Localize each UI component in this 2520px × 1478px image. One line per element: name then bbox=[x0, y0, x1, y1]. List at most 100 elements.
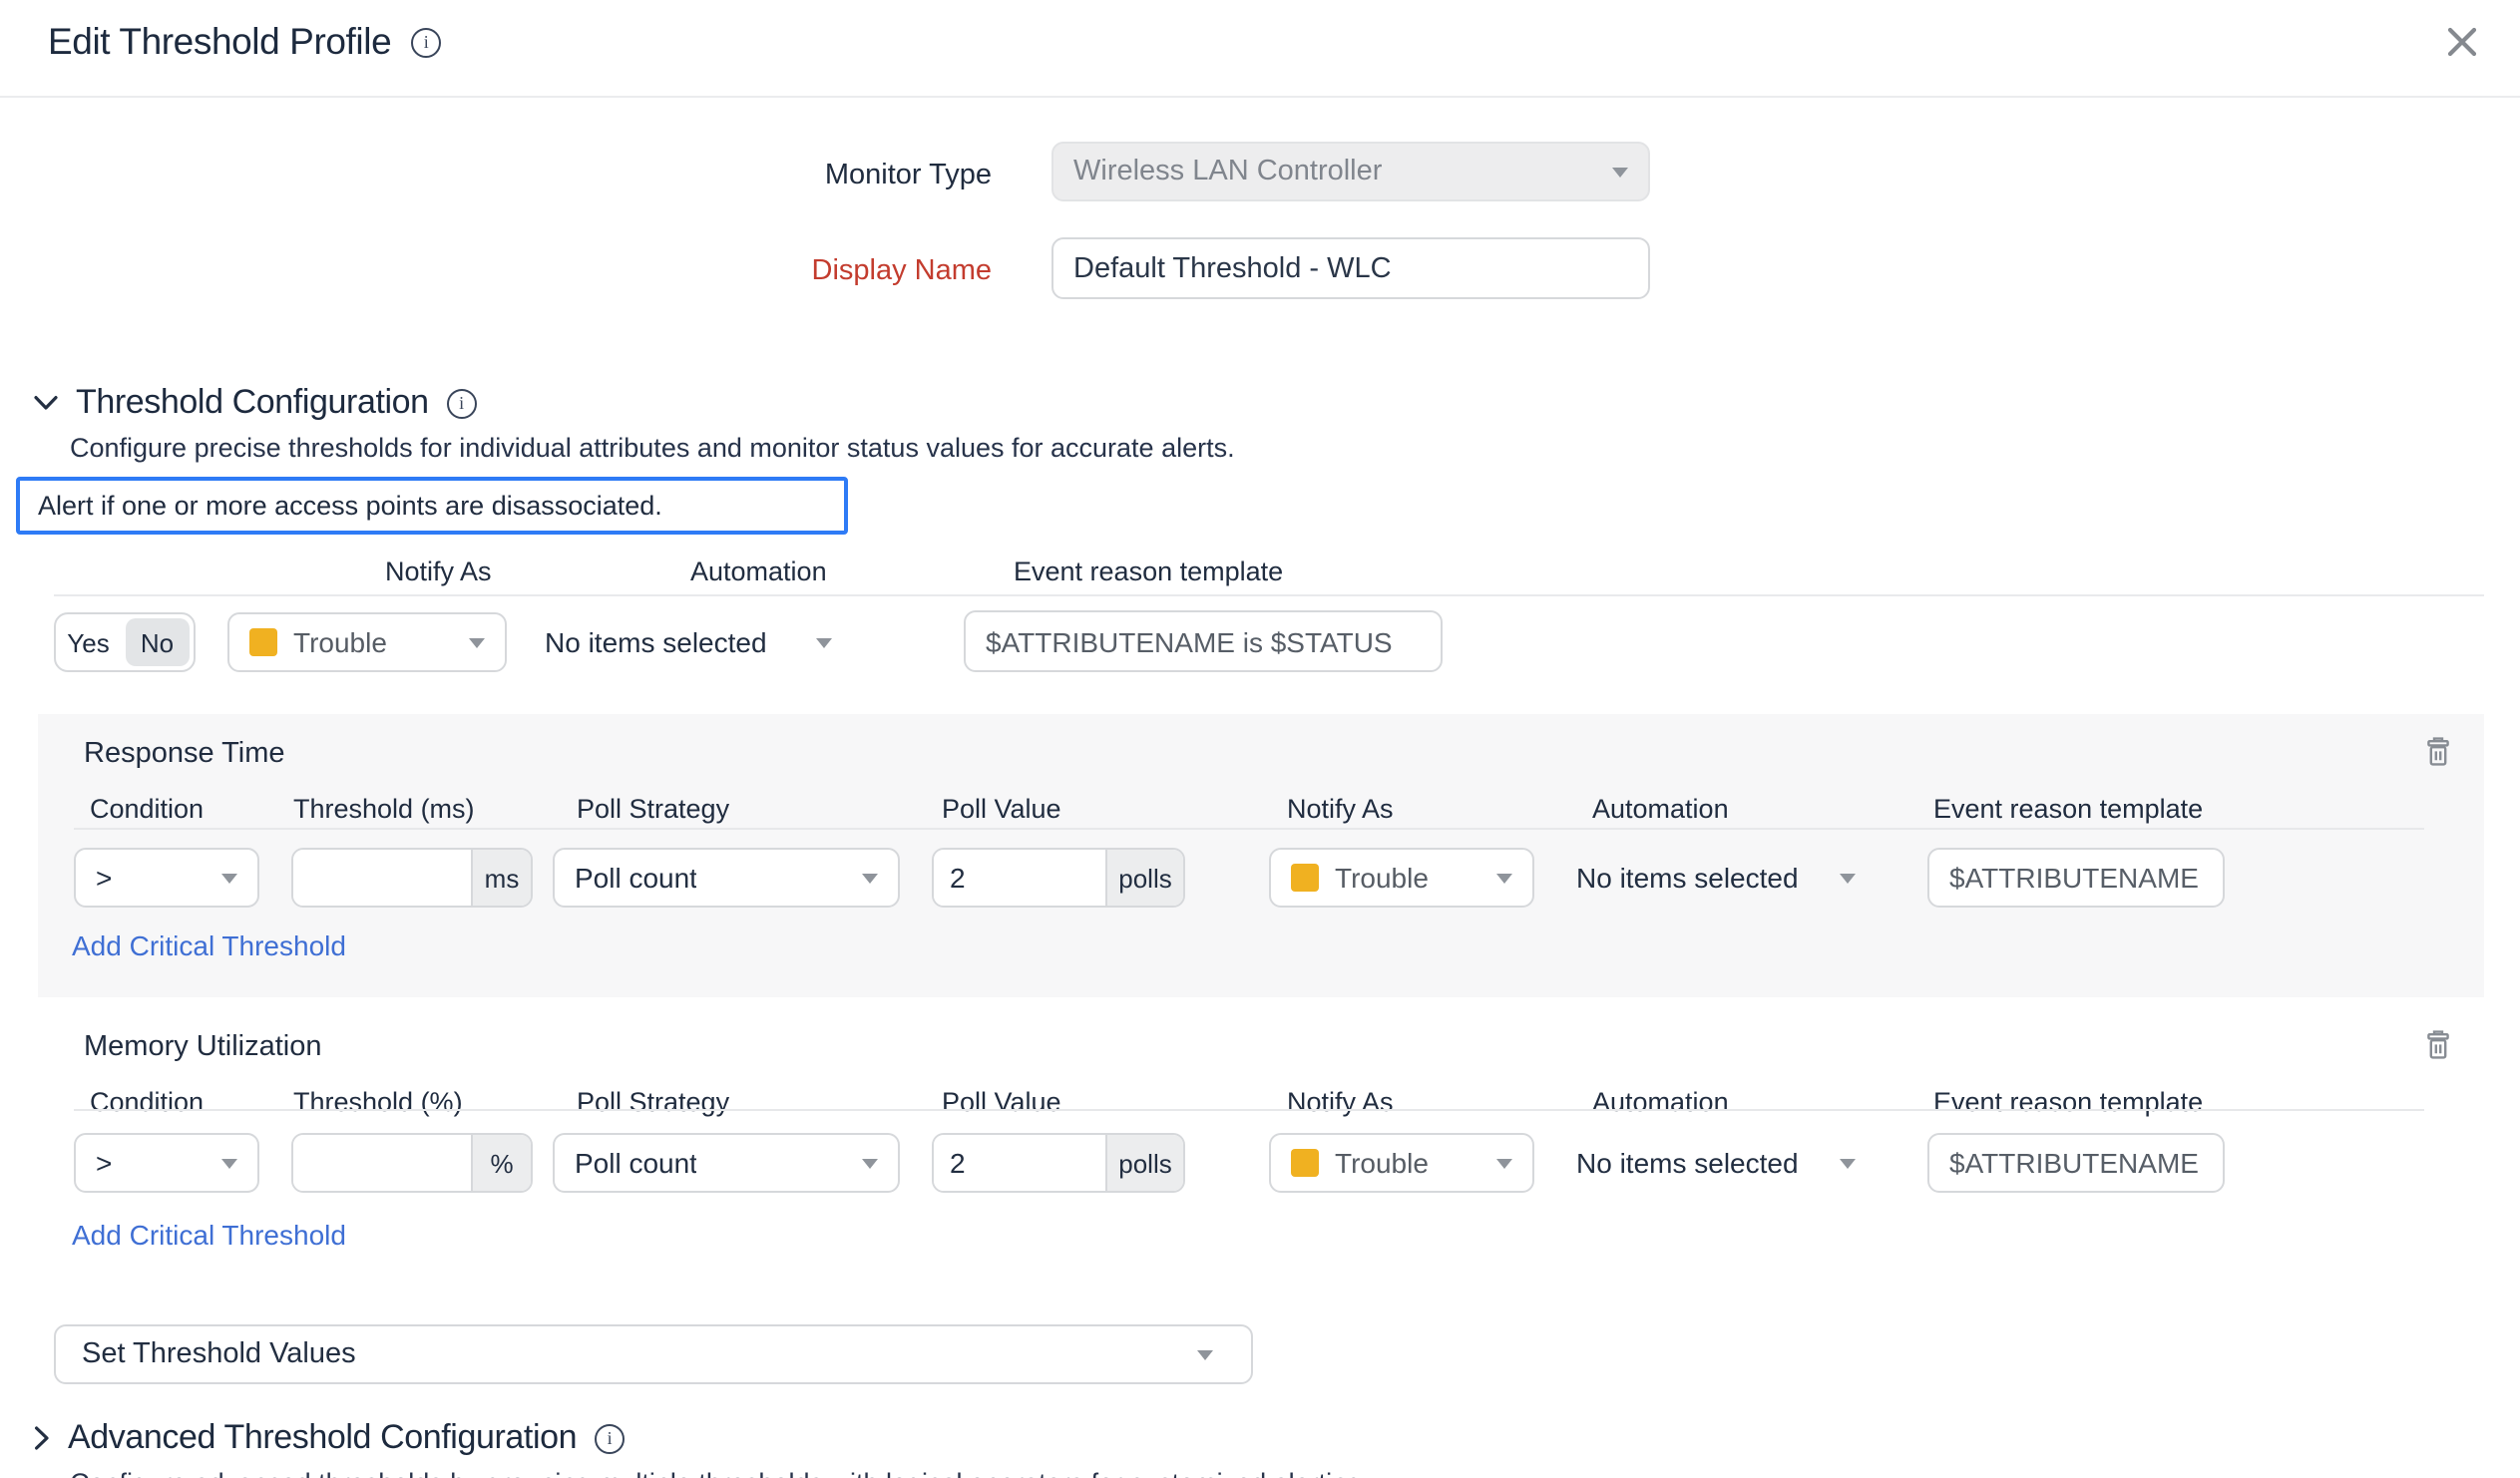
section-info-icon[interactable]: i bbox=[595, 1423, 625, 1453]
status-notify-as-select[interactable]: Trouble bbox=[227, 612, 507, 672]
chevron-down-icon bbox=[221, 1158, 237, 1168]
section-info-icon[interactable]: i bbox=[447, 388, 477, 418]
advanced-threshold-configuration-header[interactable]: Advanced Threshold Configuration i bbox=[34, 1418, 625, 1458]
chevron-down-icon bbox=[1612, 167, 1628, 177]
column-header-automation: Automation bbox=[690, 556, 827, 586]
column-header-notify-as: Notify As bbox=[1287, 794, 1394, 824]
delete-attribute-trash-icon[interactable] bbox=[2424, 1029, 2452, 1061]
status-alert-toggle: Yes No bbox=[54, 612, 196, 672]
trouble-color-swatch bbox=[1291, 1149, 1319, 1177]
set-threshold-values-select[interactable]: Set Threshold Values bbox=[54, 1324, 1253, 1384]
status-rule-message-box[interactable]: Alert if one or more access points are d… bbox=[16, 477, 848, 535]
chevron-down-icon bbox=[1496, 873, 1512, 883]
column-header-threshold: Threshold (%) bbox=[293, 1087, 463, 1117]
add-critical-threshold-link[interactable]: Add Critical Threshold bbox=[72, 1219, 346, 1251]
display-name-field[interactable] bbox=[1053, 239, 1648, 297]
poll-unit: polls bbox=[1105, 1135, 1183, 1191]
chevron-down-icon bbox=[862, 873, 878, 883]
display-name-field-wrap bbox=[1051, 237, 1650, 299]
status-event-reason-field-wrap bbox=[964, 610, 1443, 672]
event-reason-field[interactable] bbox=[1929, 850, 2223, 906]
column-header-condition: Condition bbox=[90, 1087, 204, 1117]
status-row-divider bbox=[54, 594, 2484, 596]
title-info-icon[interactable]: i bbox=[411, 27, 441, 57]
poll-strategy-value: Poll count bbox=[575, 1147, 697, 1179]
column-header-condition: Condition bbox=[90, 794, 204, 824]
attribute-header-divider bbox=[74, 1109, 2424, 1111]
delete-attribute-trash-icon[interactable] bbox=[2424, 736, 2452, 768]
condition-select[interactable]: > bbox=[74, 848, 259, 908]
column-header-event-reason: Event reason template bbox=[1014, 556, 1283, 586]
status-automation-select[interactable]: No items selected bbox=[545, 612, 838, 672]
event-reason-field[interactable] bbox=[1929, 1135, 2223, 1191]
column-header-notify-as: Notify As bbox=[1287, 1087, 1394, 1117]
automation-select[interactable]: No items selected bbox=[1576, 1133, 1862, 1193]
close-icon[interactable] bbox=[2444, 24, 2480, 60]
poll-value-field[interactable] bbox=[934, 850, 1105, 906]
section-title: Threshold Configuration bbox=[76, 383, 429, 423]
chevron-down-icon bbox=[221, 873, 237, 883]
edit-threshold-profile-dialog: Edit Threshold Profile i Monitor Type Wi… bbox=[0, 0, 2520, 1478]
chevron-down-icon bbox=[469, 637, 485, 647]
column-header-event-reason: Event reason template bbox=[1933, 1087, 2203, 1117]
chevron-down-icon bbox=[1840, 1158, 1856, 1168]
column-header-automation: Automation bbox=[1592, 794, 1729, 824]
notify-as-value: Trouble bbox=[1335, 862, 1429, 894]
threshold-configuration-header[interactable]: Threshold Configuration i bbox=[34, 383, 477, 423]
poll-value-input-group: polls bbox=[932, 848, 1185, 908]
header-divider bbox=[0, 96, 2520, 98]
event-reason-field-wrap bbox=[1927, 1133, 2225, 1193]
column-header-threshold: Threshold (ms) bbox=[293, 794, 475, 824]
automation-value: No items selected bbox=[1576, 862, 1799, 894]
page-title: Edit Threshold Profile bbox=[48, 20, 391, 64]
chevron-down-icon bbox=[1496, 1158, 1512, 1168]
toggle-yes-button[interactable]: Yes bbox=[56, 614, 121, 670]
poll-value-field[interactable] bbox=[934, 1135, 1105, 1191]
threshold-input-group: ms bbox=[291, 848, 533, 908]
poll-strategy-select[interactable]: Poll count bbox=[553, 848, 900, 908]
automation-select[interactable]: No items selected bbox=[1576, 848, 1862, 908]
condition-select[interactable]: > bbox=[74, 1133, 259, 1193]
toggle-no-button[interactable]: No bbox=[125, 618, 190, 666]
monitor-type-value: Wireless LAN Controller bbox=[1073, 156, 1382, 187]
poll-strategy-select[interactable]: Poll count bbox=[553, 1133, 900, 1193]
section-description: Configure advanced thresholds by groupin… bbox=[70, 1468, 1370, 1478]
notify-as-select[interactable]: Trouble bbox=[1269, 1133, 1534, 1193]
threshold-field[interactable] bbox=[293, 850, 471, 906]
status-automation-value: No items selected bbox=[545, 626, 767, 658]
dialog-header: Edit Threshold Profile i bbox=[48, 20, 441, 64]
chevron-down-icon bbox=[1840, 873, 1856, 883]
notify-as-value: Trouble bbox=[1335, 1147, 1429, 1179]
poll-strategy-value: Poll count bbox=[575, 862, 697, 894]
attribute-section-memory-utilization: Memory Utilization Condition Threshold (… bbox=[38, 1007, 2484, 1291]
attribute-name: Response Time bbox=[84, 738, 285, 770]
column-header-automation: Automation bbox=[1592, 1087, 1729, 1117]
status-rule-message: Alert if one or more access points are d… bbox=[38, 491, 662, 521]
chevron-down-icon bbox=[34, 395, 58, 411]
trouble-color-swatch bbox=[1291, 864, 1319, 892]
monitor-type-label: Monitor Type bbox=[0, 160, 992, 191]
monitor-type-select[interactable]: Wireless LAN Controller bbox=[1051, 142, 1650, 201]
chevron-down-icon bbox=[816, 637, 832, 647]
column-header-poll-value: Poll Value bbox=[942, 794, 1061, 824]
poll-unit: polls bbox=[1105, 850, 1183, 906]
add-critical-threshold-link[interactable]: Add Critical Threshold bbox=[72, 929, 346, 961]
notify-as-select[interactable]: Trouble bbox=[1269, 848, 1534, 908]
threshold-field[interactable] bbox=[293, 1135, 471, 1191]
status-event-reason-field[interactable] bbox=[966, 612, 1441, 670]
trouble-color-swatch bbox=[249, 628, 277, 656]
threshold-unit: % bbox=[471, 1135, 531, 1191]
threshold-unit: ms bbox=[471, 850, 531, 906]
column-header-poll-strategy: Poll Strategy bbox=[577, 794, 729, 824]
event-reason-field-wrap bbox=[1927, 848, 2225, 908]
condition-value: > bbox=[96, 1147, 112, 1179]
section-title: Advanced Threshold Configuration bbox=[68, 1418, 577, 1458]
display-name-label: Display Name bbox=[0, 255, 992, 287]
column-header-poll-strategy: Poll Strategy bbox=[577, 1087, 729, 1117]
section-description: Configure precise thresholds for individ… bbox=[70, 433, 1235, 463]
attribute-header-divider bbox=[74, 828, 2424, 830]
status-notify-as-value: Trouble bbox=[293, 626, 387, 658]
poll-value-input-group: polls bbox=[932, 1133, 1185, 1193]
attribute-section-response-time: Response Time Condition Threshold (ms) P… bbox=[38, 714, 2484, 997]
column-header-event-reason: Event reason template bbox=[1933, 794, 2203, 824]
